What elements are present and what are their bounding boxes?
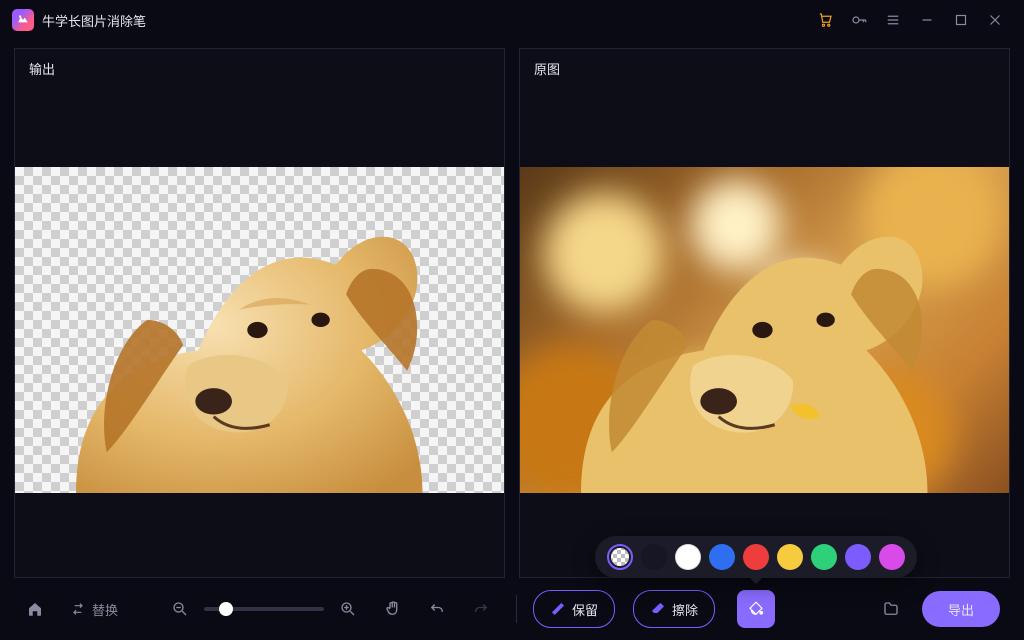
color-popover — [595, 536, 917, 578]
color-swatch[interactable] — [811, 544, 837, 570]
color-swatch[interactable] — [607, 544, 633, 570]
export-button[interactable]: 导出 — [922, 591, 1000, 627]
app-logo — [12, 9, 34, 31]
key-icon[interactable] — [842, 3, 876, 37]
maximize-button[interactable] — [944, 3, 978, 37]
original-pane: 原图 — [519, 48, 1010, 578]
toolbar-divider — [516, 595, 517, 623]
redo-button[interactable] — [462, 590, 500, 628]
color-swatch[interactable] — [743, 544, 769, 570]
background-color-control — [737, 590, 775, 628]
color-swatch[interactable] — [845, 544, 871, 570]
keep-button[interactable]: 保留 — [533, 590, 615, 628]
zoom-in-button[interactable] — [334, 595, 362, 623]
folder-button[interactable] — [872, 590, 910, 628]
zoom-slider-thumb[interactable] — [219, 602, 233, 616]
menu-icon[interactable] — [876, 3, 910, 37]
erase-label: 擦除 — [672, 600, 698, 619]
color-swatch[interactable] — [879, 544, 905, 570]
pan-button[interactable] — [374, 590, 412, 628]
zoom-slider[interactable] — [204, 607, 324, 611]
swap-label: 替换 — [92, 600, 118, 619]
color-swatch[interactable] — [641, 544, 667, 570]
app-title: 牛学长图片消除笔 — [42, 11, 146, 30]
zoom-out-button[interactable] — [166, 595, 194, 623]
erase-button[interactable]: 擦除 — [633, 590, 715, 628]
workspace: 输出 — [0, 40, 1024, 578]
dog-cutout — [15, 167, 504, 493]
titlebar: 牛学长图片消除笔 — [0, 0, 1024, 40]
color-swatch[interactable] — [675, 544, 701, 570]
close-button[interactable] — [978, 3, 1012, 37]
cart-icon[interactable] — [808, 3, 842, 37]
output-pane: 输出 — [14, 48, 505, 578]
original-label: 原图 — [520, 49, 1009, 82]
zoom-controls — [160, 595, 368, 623]
output-canvas[interactable] — [15, 167, 504, 493]
keep-label: 保留 — [572, 600, 598, 619]
swap-button[interactable]: 替换 — [60, 590, 128, 628]
export-label: 导出 — [948, 600, 974, 619]
background-color-button[interactable] — [737, 590, 775, 628]
color-swatch[interactable] — [777, 544, 803, 570]
output-label: 输出 — [15, 49, 504, 82]
undo-button[interactable] — [418, 590, 456, 628]
home-button[interactable] — [16, 590, 54, 628]
dog-original — [520, 167, 1009, 493]
original-canvas[interactable] — [520, 167, 1009, 493]
color-swatch[interactable] — [709, 544, 735, 570]
minimize-button[interactable] — [910, 3, 944, 37]
bottom-toolbar: 替换 保留 擦除 — [0, 578, 1024, 640]
